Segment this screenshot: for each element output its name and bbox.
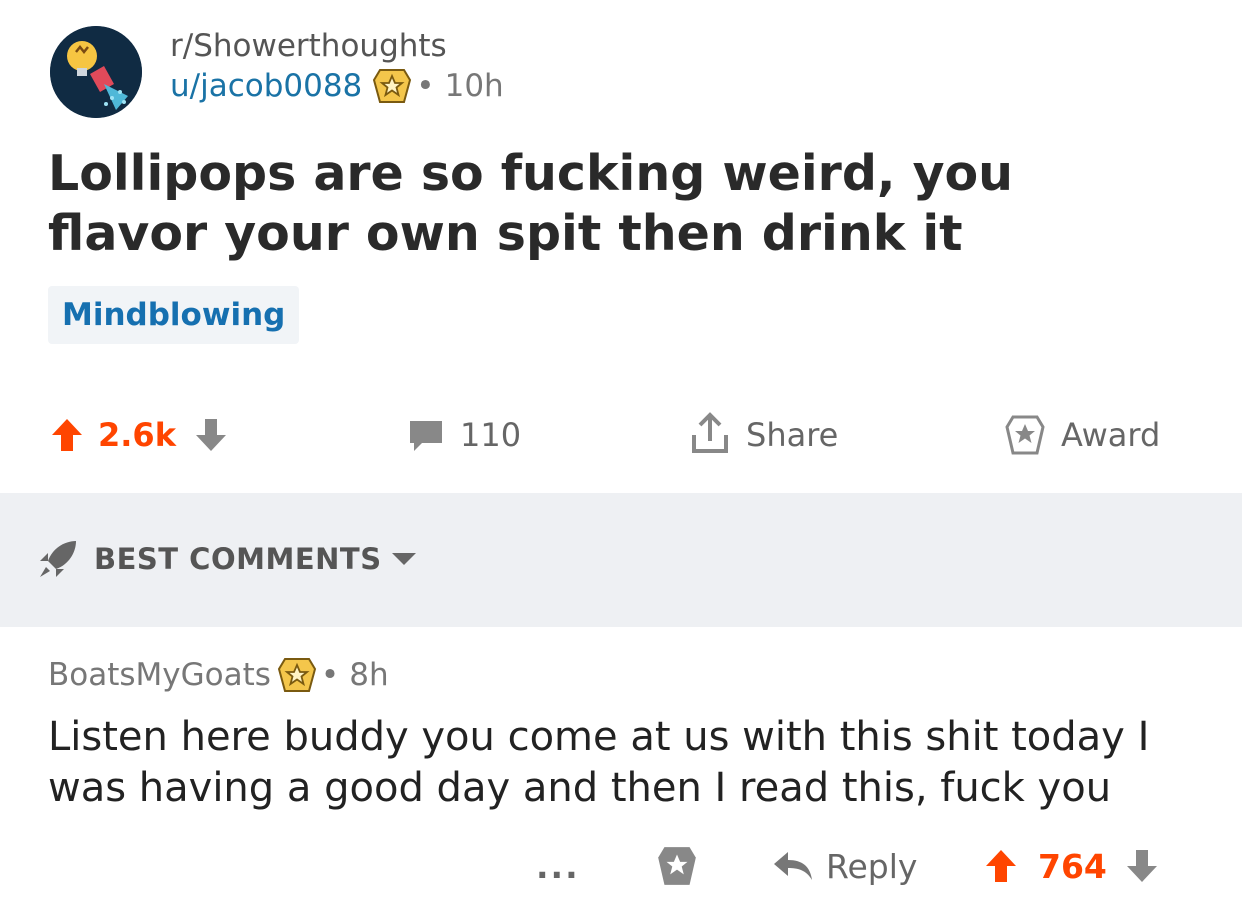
star-award-badge-icon: [277, 655, 317, 695]
star-award-icon: [654, 843, 700, 889]
arrow-down-icon[interactable]: [194, 415, 228, 455]
share-upload-icon: [688, 411, 732, 459]
speech-bubble-icon: [406, 415, 446, 455]
subreddit-avatar-icon[interactable]: [50, 26, 142, 118]
more-options-button[interactable]: ...: [536, 835, 580, 897]
award-button[interactable]: Award: [1003, 405, 1160, 465]
reply-arrow-icon: [770, 848, 814, 884]
arrow-up-icon[interactable]: [984, 846, 1018, 886]
comment-meta: BoatsMyGoats • 8h: [48, 648, 1198, 702]
post-vote-control: 2.6k: [50, 405, 228, 465]
share-label: Share: [746, 416, 839, 454]
caret-down-icon: [390, 549, 418, 569]
comment: BoatsMyGoats • 8h Listen here buddy you …: [48, 648, 1198, 814]
rocket-icon: [36, 537, 80, 581]
meta-separator: •: [416, 68, 435, 104]
subreddit-name[interactable]: r/Showerthoughts: [170, 26, 504, 66]
comment-sort-bar: BEST COMMENTS: [0, 493, 1242, 627]
star-award-icon: [1003, 413, 1047, 457]
comment-age: 8h: [349, 657, 389, 693]
award-label: Award: [1061, 416, 1161, 454]
arrow-up-icon[interactable]: [50, 415, 84, 455]
post-meta: r/Showerthoughts u/jacob0088 • 10h: [170, 26, 504, 106]
sort-dropdown[interactable]: BEST COMMENTS: [36, 533, 418, 585]
sort-label: BEST COMMENTS: [94, 542, 382, 576]
post-header: r/Showerthoughts u/jacob0088 • 10h: [50, 24, 1200, 124]
comment-score: 764: [1038, 846, 1107, 886]
give-award-button[interactable]: [654, 835, 700, 897]
post-author-line: u/jacob0088 • 10h: [170, 66, 504, 106]
comment-count: 110: [460, 416, 522, 454]
reply-label: Reply: [826, 846, 918, 886]
post-actions: 2.6k 110 Share Award: [0, 405, 1242, 465]
post-author[interactable]: u/jacob0088: [170, 66, 362, 106]
comment-author[interactable]: BoatsMyGoats: [48, 657, 271, 693]
comment-body: Listen here buddy you come at us with th…: [48, 714, 1150, 811]
post-title[interactable]: Lollipops are so fucking weird, you flav…: [48, 144, 1188, 264]
meta-separator: •: [320, 657, 340, 693]
comment-vote-control: 764: [984, 835, 1159, 897]
reply-button[interactable]: Reply: [770, 835, 917, 897]
post-flair[interactable]: Mindblowing: [48, 286, 300, 344]
arrow-down-icon[interactable]: [1125, 846, 1159, 886]
post-age: 10h: [444, 68, 504, 104]
comment-actions: ... Reply 764: [0, 835, 1242, 897]
share-button[interactable]: Share: [688, 405, 838, 465]
post-score: 2.6k: [98, 416, 176, 454]
comments-button[interactable]: 110: [406, 405, 521, 465]
star-award-badge-icon: [372, 66, 412, 106]
